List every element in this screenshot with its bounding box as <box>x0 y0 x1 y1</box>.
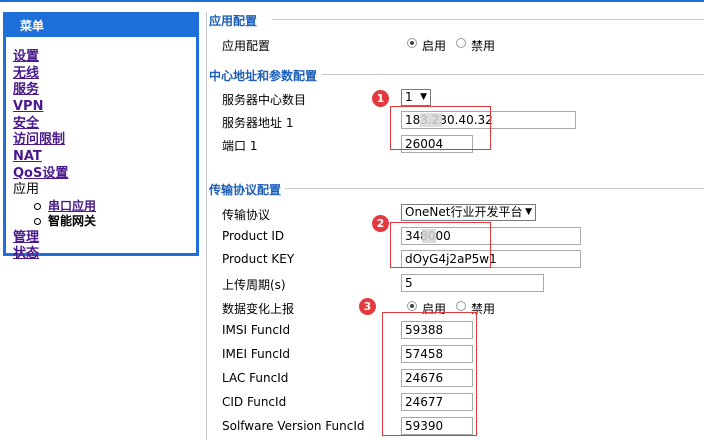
annotation-badge-2: 2 <box>372 215 389 232</box>
port-label: 端口 1 <box>222 139 258 153</box>
menu-item-wireless[interactable]: 无线 <box>13 66 39 82</box>
server-address-label: 服务器地址 1 <box>222 116 294 130</box>
upload-period-input[interactable]: 5 <box>401 274 544 292</box>
annotation-badge-1: 1 <box>372 90 389 107</box>
menu-item-access-limit[interactable]: 访问限制 <box>13 132 65 148</box>
side-menu: 菜单 设置 无线 服务 VPN 安全 访问限制 NAT QoS设置 应用 串口应… <box>3 12 199 261</box>
cid-funcid-label: CID FuncId <box>222 395 287 409</box>
annotation-badge-3: 3 <box>359 298 376 315</box>
menu-item-applications: 应用 <box>13 182 40 197</box>
top-accent-bar <box>0 0 704 2</box>
annotation-box-3 <box>382 312 477 436</box>
bullet-icon <box>34 203 41 210</box>
server-count-value: 1 <box>405 90 413 104</box>
protocol-label: 传输协议 <box>222 208 271 222</box>
menu-item-status[interactable]: 状态 <box>13 246 39 262</box>
app-config-disable-radio[interactable] <box>456 38 466 48</box>
app-config-enable-label: 启用 <box>422 39 447 53</box>
section-divider <box>285 188 704 189</box>
app-config-disable-label: 禁用 <box>471 39 496 53</box>
server-count-select[interactable]: 1 ▼ <box>401 89 431 106</box>
menu-item-services[interactable]: 服务 <box>13 82 39 98</box>
section-title-transport: 传输协议配置 <box>209 183 282 197</box>
section-divider <box>322 74 704 75</box>
menu-item-settings[interactable]: 设置 <box>13 49 39 65</box>
lac-funcid-label: LAC FuncId <box>222 371 289 385</box>
data-change-disable-radio[interactable] <box>456 301 466 311</box>
server-count-label: 服务器中心数目 <box>222 93 307 107</box>
menu-item-serial-app[interactable]: 串口应用 <box>48 198 96 214</box>
imei-funcid-label: IMEI FuncId <box>222 347 291 361</box>
section-divider <box>272 19 704 20</box>
data-change-report-label: 数据变化上报 <box>222 302 295 316</box>
imsi-funcid-label: IMSI FuncId <box>222 323 291 337</box>
bullet-icon <box>34 218 41 225</box>
data-change-enable-radio[interactable] <box>407 301 417 311</box>
upload-period-label: 上传周期(s) <box>222 278 286 292</box>
app-config-label: 应用配置 <box>222 39 271 53</box>
app-config-enable-radio[interactable] <box>407 38 417 48</box>
menu-item-management[interactable]: 管理 <box>13 230 39 246</box>
dropdown-arrow-icon: ▼ <box>420 92 427 102</box>
menu-item-vpn[interactable]: VPN <box>13 99 43 115</box>
annotation-box-1 <box>390 106 491 150</box>
menu-item-smart-gateway[interactable]: 智能网关 <box>48 213 96 229</box>
protocol-value: OneNet行业开发平台 <box>405 205 523 219</box>
menu-item-qos[interactable]: QoS设置 <box>13 166 68 182</box>
dropdown-arrow-icon: ▼ <box>525 207 532 217</box>
protocol-select[interactable]: OneNet行业开发平台 ▼ <box>401 204 536 221</box>
software-version-funcid-label: Solfware Version FuncId <box>222 419 365 433</box>
product-key-label: Product KEY <box>222 252 295 266</box>
menu-item-security[interactable]: 安全 <box>13 116 39 132</box>
menu-title: 菜单 <box>6 15 196 37</box>
content-border <box>206 12 207 440</box>
section-title-center: 中心地址和参数配置 <box>209 69 318 83</box>
annotation-box-2 <box>390 222 491 268</box>
section-title-app-config: 应用配置 <box>209 14 258 28</box>
product-id-label: Product ID <box>222 229 285 243</box>
menu-item-nat[interactable]: NAT <box>13 149 42 165</box>
